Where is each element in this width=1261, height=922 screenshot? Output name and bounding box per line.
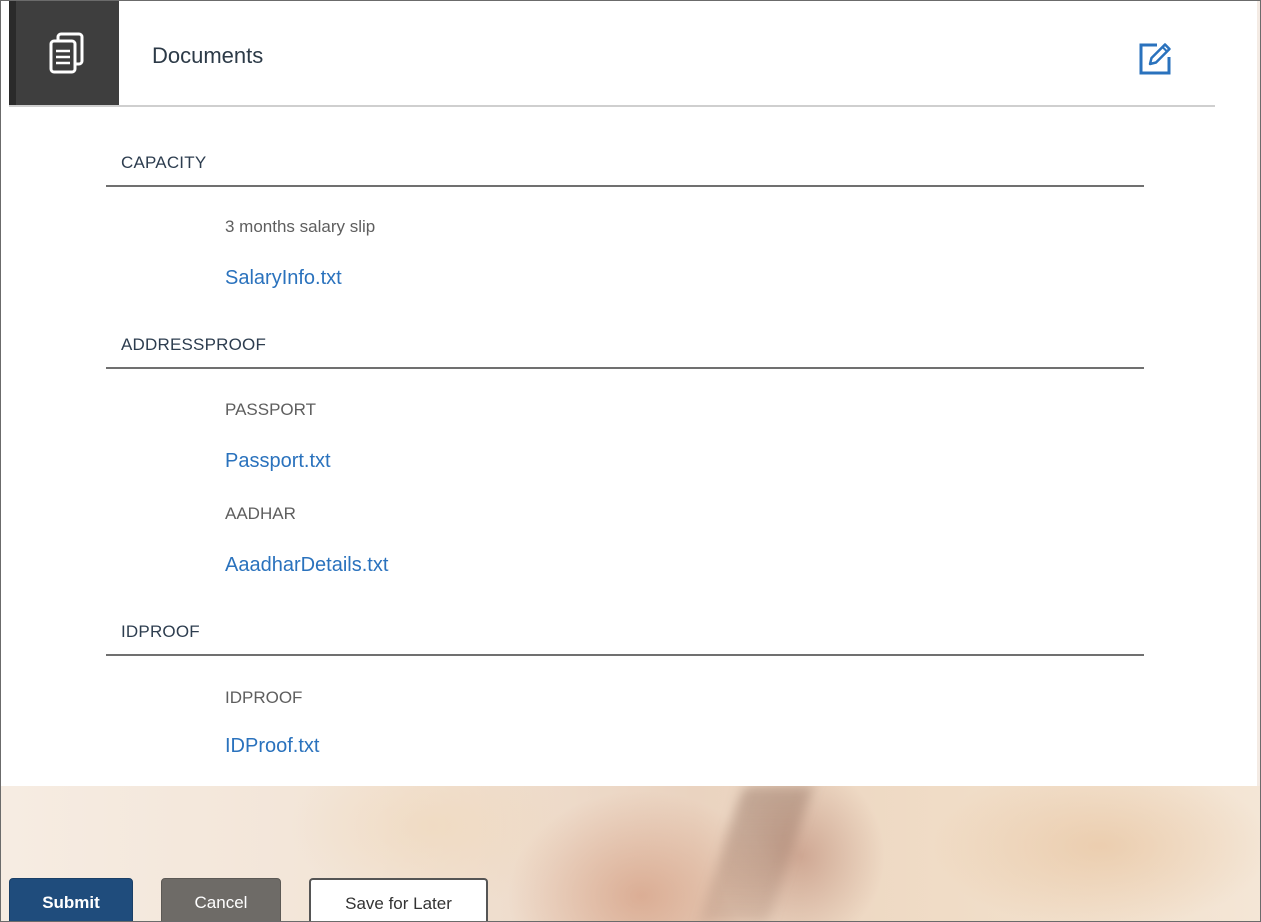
section-divider: [106, 654, 1144, 656]
edit-icon: [1139, 43, 1171, 75]
document-type-label: PASSPORT: [225, 400, 317, 419]
document-file-link[interactable]: Passport.txt: [225, 450, 331, 473]
save-for-later-button[interactable]: Save for Later: [309, 878, 488, 921]
card-header: Documents: [9, 1, 1215, 107]
document-file-link[interactable]: IDProof.txt: [225, 735, 319, 758]
page: Documents CAPACITY 3 months salary slip …: [0, 0, 1261, 922]
section-title-idproof: IDPROOF: [121, 622, 200, 641]
header-icon-box: [9, 1, 119, 105]
section-title-addressproof: ADDRESSPROOF: [121, 335, 267, 354]
section-divider: [106, 185, 1144, 187]
background-detail: [698, 786, 814, 921]
documents-card: Documents: [9, 1, 1257, 786]
cancel-button[interactable]: Cancel: [161, 878, 281, 921]
page-title: Documents: [152, 43, 264, 68]
section-title-capacity: CAPACITY: [121, 153, 207, 172]
document-file-link[interactable]: AaadharDetails.txt: [225, 554, 388, 577]
document-type-label: 3 months salary slip: [225, 217, 376, 236]
document-file-link[interactable]: SalaryInfo.txt: [225, 267, 342, 290]
section-divider: [106, 367, 1144, 369]
documents-icon: [49, 32, 83, 74]
edit-button[interactable]: [1137, 41, 1173, 77]
document-type-label: IDPROOF: [225, 688, 303, 707]
submit-button[interactable]: Submit: [9, 878, 133, 921]
document-type-label: AADHAR: [225, 504, 296, 523]
